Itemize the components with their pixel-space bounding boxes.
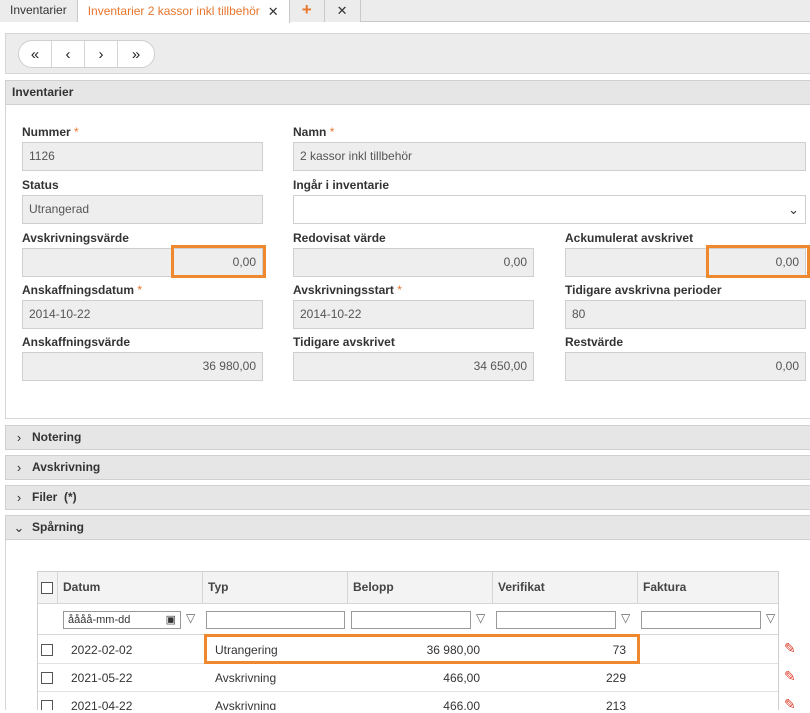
tab-inventory-item[interactable]: Inventarier 2 kassor inkl tillbehör ✕ [77, 0, 290, 23]
col-verifikat[interactable]: Verifikat [492, 572, 637, 604]
next-record-button[interactable]: › [85, 41, 118, 67]
col-datum[interactable]: Datum [57, 572, 202, 604]
anskaffningsvarde-field[interactable]: 36 980,00 [22, 352, 263, 381]
record-nav-group: « ‹ › » [18, 40, 155, 68]
highlight-box [706, 245, 810, 278]
cell-typ: Avskrivning [215, 699, 277, 710]
cell-datum: 2021-05-22 [71, 671, 133, 685]
section-notering-label: Notering [32, 430, 82, 444]
highlight-box [171, 245, 266, 278]
funnel-icon[interactable]: ▽ [766, 611, 775, 625]
restvarde-label: Restvärde [565, 335, 624, 349]
nummer-field[interactable]: 1126 [22, 142, 263, 171]
tidigare-avskrivet-field[interactable]: 34 650,00 [293, 352, 534, 381]
belopp-filter-input[interactable] [351, 611, 471, 629]
restvarde-field[interactable]: 0,00 [565, 352, 806, 381]
typ-filter-input[interactable] [206, 611, 345, 629]
row-checkbox[interactable] [41, 644, 53, 656]
pencil-icon[interactable]: ✎ [784, 640, 796, 657]
funnel-icon[interactable]: ▽ [621, 611, 630, 625]
section-sparning-label: Spårning [32, 520, 85, 534]
tab-bar: Inventarier Inventarier 2 kassor inkl ti… [0, 0, 810, 23]
tidigare-perioder-label: Tidigare avskrivna perioder [565, 283, 722, 297]
ackumulerat-label: Ackumulerat avskrivet [565, 231, 694, 245]
tidigare-perioder-field[interactable]: 80 [565, 300, 806, 329]
anskaffningsvarde-label: Anskaffningsvärde [22, 335, 131, 349]
section-avskrivning[interactable]: › Avskrivning [5, 455, 810, 480]
record-nav-toolbar: « ‹ › » [5, 33, 810, 74]
panel-title: Inventarier [5, 80, 810, 105]
date-filter-placeholder: åååå-mm-dd [68, 614, 131, 626]
cell-belopp: 466,00 [443, 699, 480, 710]
anskaffningsdatum-label: Anskaffningsdatum * [22, 283, 143, 297]
chevron-right-icon: › [16, 490, 22, 505]
inventory-form: Nummer * 1126 Namn * 2 kassor inkl tillb… [5, 105, 810, 419]
status-label: Status [22, 178, 59, 192]
section-notering[interactable]: › Notering [5, 425, 810, 450]
first-record-button[interactable]: « [19, 41, 52, 67]
cell-verifikat: 213 [605, 699, 626, 710]
tidigare-avskrivet-label: Tidigare avskrivet [293, 335, 395, 349]
cell-verifikat: 229 [605, 671, 626, 685]
redovisat-label: Redovisat värde [293, 231, 386, 245]
section-filer-label: Filer (*) [32, 490, 77, 504]
highlight-box [204, 634, 640, 664]
chevron-right-icon: › [16, 460, 22, 475]
date-filter-input[interactable]: åååå-mm-dd ▣ [63, 611, 181, 629]
section-sparning[interactable]: ⌄ Spårning [5, 515, 810, 540]
grid-header: Datum Typ Belopp Verifikat Faktura [38, 572, 778, 604]
tab-inventarier[interactable]: Inventarier [0, 0, 78, 22]
chevron-down-icon: ⌄ [13, 520, 25, 535]
faktura-filter-input[interactable] [641, 611, 761, 629]
table-row[interactable]: 2021-05-22 Avskrivning 466,00 229 [38, 664, 778, 692]
redovisat-field[interactable]: 0,00 [293, 248, 534, 277]
funnel-icon[interactable]: ▽ [476, 611, 485, 625]
prev-record-button[interactable]: ‹ [52, 41, 85, 67]
col-belopp[interactable]: Belopp [347, 572, 492, 604]
verifikat-filter-input[interactable] [496, 611, 616, 629]
last-record-button[interactable]: » [118, 41, 154, 67]
nummer-label: Nummer * [22, 125, 79, 139]
row-checkbox[interactable] [41, 672, 53, 684]
ingar-select[interactable]: ⌄ [293, 195, 806, 224]
cell-belopp: 466,00 [443, 671, 480, 685]
grid-filter-row: åååå-mm-dd ▣ ▽ ▽ ▽ ▽ [38, 604, 778, 635]
status-field[interactable]: Utrangerad [22, 195, 263, 224]
row-checkbox[interactable] [41, 700, 53, 710]
avskrivningsstart-field[interactable]: 2014-10-22 [293, 300, 534, 329]
avskrivningsvarde-label: Avskrivningsvärde [22, 231, 129, 245]
anskaffningsdatum-field[interactable]: 2014-10-22 [22, 300, 263, 329]
pencil-icon[interactable]: ✎ [784, 668, 796, 685]
section-filer[interactable]: › Filer (*) [5, 485, 810, 510]
namn-field[interactable]: 2 kassor inkl tillbehör [293, 142, 806, 171]
funnel-icon[interactable]: ▽ [186, 611, 195, 625]
section-avskrivning-label: Avskrivning [32, 460, 101, 474]
cell-datum: 2021-04-22 [71, 699, 133, 710]
avskrivningsstart-label: Avskrivningsstart * [293, 283, 402, 297]
col-faktura[interactable]: Faktura [637, 572, 778, 604]
tab-inventory-item-label: Inventarier 2 kassor inkl tillbehör [87, 4, 260, 18]
chevron-down-icon: ⌄ [788, 202, 799, 217]
select-all-checkbox[interactable] [41, 582, 53, 594]
close-all-tabs-button[interactable]: ✕ [324, 0, 361, 22]
table-row[interactable]: 2021-04-22 Avskrivning 466,00 213 [38, 692, 778, 710]
cell-typ: Avskrivning [215, 671, 277, 685]
chevron-right-icon: › [16, 430, 22, 445]
pencil-icon[interactable]: ✎ [784, 696, 796, 713]
add-tab-button[interactable]: + [289, 0, 325, 22]
col-typ[interactable]: Typ [202, 572, 347, 604]
ingar-label: Ingår i inventarie [293, 178, 390, 192]
namn-label: Namn * [293, 125, 335, 139]
calendar-icon[interactable]: ▣ [166, 612, 176, 628]
close-icon[interactable]: ✕ [268, 1, 279, 22]
cell-datum: 2022-02-02 [71, 643, 133, 657]
